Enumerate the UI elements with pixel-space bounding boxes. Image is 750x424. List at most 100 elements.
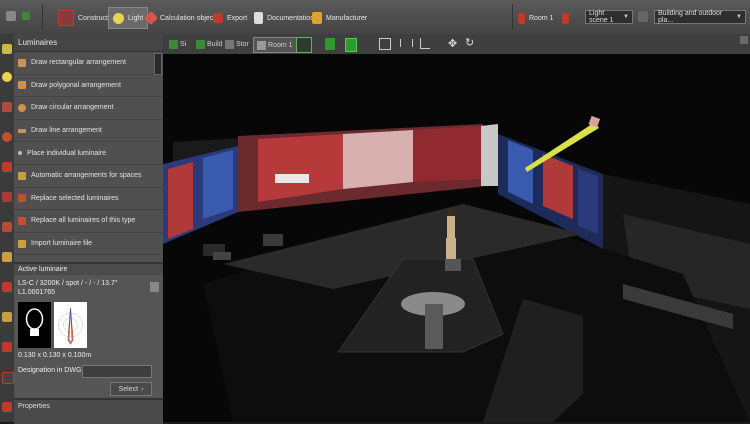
replace-all-icon	[18, 216, 26, 225]
chevron-right-icon: ›	[141, 385, 144, 393]
individual-luminaire-icon	[18, 151, 22, 156]
calculation-objects-icon	[143, 10, 159, 26]
panel-scroll-arrow[interactable]	[154, 53, 162, 75]
luminaires-menu: Draw rectangular arrangement Draw polygo…	[14, 52, 163, 256]
distribution-curve-icon	[58, 307, 83, 345]
place-individual-luminaire-item[interactable]: Place individual luminaire	[14, 142, 163, 165]
luminaire-image	[18, 302, 51, 348]
studio-logo-icon	[275, 174, 309, 183]
section-tool-icon[interactable]	[2, 342, 12, 352]
construction-icon	[58, 10, 74, 26]
room-view-button[interactable]: Room 1	[253, 37, 297, 53]
bulb-tool-icon[interactable]	[2, 72, 12, 82]
tab-light-label: Light	[128, 14, 144, 22]
group-tool-icon[interactable]	[2, 222, 12, 232]
chair	[445, 259, 461, 271]
building-icon	[196, 39, 205, 49]
rotate-tool-icon[interactable]	[2, 102, 12, 112]
replace-all-luminaires-item[interactable]: Replace all luminaires of this type	[14, 210, 163, 233]
tool-strip	[0, 34, 15, 422]
fit-height-icon[interactable]	[420, 38, 430, 49]
import-file-icon	[18, 239, 26, 248]
align-tool-icon[interactable]	[2, 192, 12, 202]
draw-circular-arrangement-item[interactable]: Draw circular arrangement	[14, 97, 163, 120]
zoom-extents-icon[interactable]	[379, 38, 391, 50]
stop-icon[interactable]	[561, 12, 569, 24]
view-toolbar: Si Build Stor Room 1 ✥ ↻	[163, 34, 750, 55]
storey-icon	[225, 39, 234, 49]
replace-selected-luminaires-item[interactable]: Replace selected luminaires	[14, 188, 163, 211]
menu-item-label: Place individual luminaire	[27, 149, 106, 157]
documentation-icon	[254, 12, 263, 24]
storey-view-label: Stor	[236, 40, 249, 48]
select-mode-icon[interactable]	[296, 37, 312, 53]
luminaire-tool-icon[interactable]	[2, 44, 12, 54]
tab-manufacturer[interactable]: Manufacturer	[312, 8, 367, 28]
undo-icon[interactable]	[22, 12, 30, 20]
import-luminaire-file-item[interactable]: Import luminaire file	[14, 233, 163, 256]
building-view-label: Build	[207, 40, 223, 48]
rotate-icon[interactable]: ↻	[465, 36, 474, 49]
tab-documentation-label: Documentation	[267, 14, 315, 22]
fit-width-icon[interactable]	[400, 39, 413, 47]
site-view-button[interactable]: Si	[169, 37, 186, 51]
scene-settings-icon[interactable]	[638, 11, 648, 22]
pan-icon[interactable]: ✥	[448, 37, 457, 50]
tab-calculation-objects[interactable]: Calculation objects	[143, 8, 219, 28]
light-distribution-diagram	[54, 302, 87, 348]
box-tool-icon[interactable]	[2, 372, 14, 384]
tab-documentation[interactable]: Documentation	[254, 8, 314, 28]
room-icon	[518, 12, 525, 24]
menu-item-label: Draw circular arrangement	[31, 104, 114, 112]
minimize-icon[interactable]	[740, 36, 748, 44]
site-view-label: Si	[180, 40, 187, 48]
layer-tool-icon[interactable]	[2, 312, 12, 322]
extra-tool-icon[interactable]	[2, 402, 12, 412]
luminaire-dimensions: 0.130 x 0.130 x 0.100m	[18, 352, 92, 359]
presenter	[447, 216, 455, 238]
light-scene-select[interactable]: Light scene 1 ▼	[585, 10, 633, 24]
camera-left-2	[263, 234, 283, 246]
line-arrangement-icon	[18, 128, 26, 133]
draw-line-arrangement-item[interactable]: Draw line arrangement	[14, 120, 163, 143]
light-bulb-icon	[113, 12, 124, 24]
select-button-label: Select	[118, 385, 139, 393]
measure-tool-icon[interactable]	[2, 162, 12, 172]
active-luminaire-panel: Active luminaire LS-C / 3200K / spot / -…	[14, 262, 163, 398]
replace-selected-icon	[18, 194, 26, 203]
menu-item-label: Draw line arrangement	[31, 127, 102, 135]
color-tool-icon[interactable]	[2, 132, 12, 142]
active-luminaire-title: Active luminaire	[14, 264, 163, 275]
green-view-icon[interactable]	[325, 38, 335, 50]
chevron-down-icon: ▼	[623, 14, 629, 20]
bulb-icon	[25, 308, 44, 336]
automatic-arrangements-item[interactable]: Automatic arrangements for spaces	[14, 165, 163, 188]
tab-export[interactable]: Export	[213, 8, 247, 28]
view-mode-select[interactable]: Building and outdoor pla... ▼	[654, 10, 746, 24]
rectangular-arrangement-icon	[18, 58, 26, 67]
studio-scene	[163, 115, 750, 422]
menu-item-label: Draw polygonal arrangement	[31, 81, 121, 89]
luminaires-panel-title: Luminaires	[14, 34, 163, 52]
storey-view-button[interactable]: Stor	[225, 37, 249, 51]
designation-input[interactable]	[82, 365, 152, 378]
room-view-label: Room 1	[268, 41, 293, 49]
wrench-tool-icon[interactable]	[2, 252, 12, 262]
app-logo-icon	[6, 11, 16, 21]
menu-item-label: Replace all luminaires of this type	[31, 217, 136, 225]
draw-rectangular-arrangement-item[interactable]: Draw rectangular arrangement	[14, 52, 163, 75]
3d-viewport[interactable]	[163, 54, 750, 422]
room-indicator[interactable]: Room 1	[518, 8, 569, 28]
view-mode-value: Building and outdoor pla...	[658, 10, 723, 24]
green-view-icon-2[interactable]	[345, 38, 357, 52]
building-view-button[interactable]: Build	[196, 37, 223, 51]
menu-item-label: Replace selected luminaires	[31, 194, 119, 202]
draw-polygonal-arrangement-item[interactable]: Draw polygonal arrangement	[14, 75, 163, 98]
cut-tool-icon[interactable]	[2, 282, 12, 292]
menu-item-label: Import luminaire file	[31, 240, 93, 248]
light-scene-value: Light scene 1	[589, 10, 614, 24]
copy-icon[interactable]	[150, 282, 159, 292]
tab-light[interactable]: Light	[108, 7, 149, 29]
select-button[interactable]: Select ›	[110, 382, 152, 396]
room-icon	[257, 40, 266, 50]
